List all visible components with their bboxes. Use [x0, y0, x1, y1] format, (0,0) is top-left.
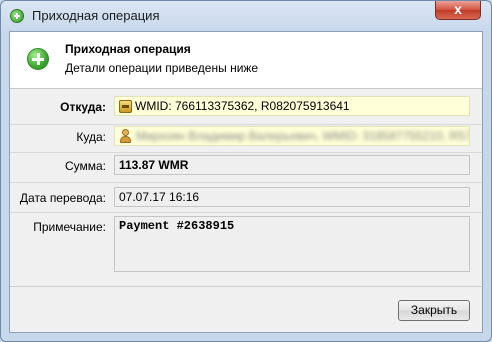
footer-divider [10, 286, 482, 287]
to-field[interactable]: Мирхоян Владимир Валерьевич, WMID: 31858… [114, 126, 470, 146]
green-plus-icon [10, 9, 24, 23]
note-label: Примечание: [33, 220, 106, 234]
amount-label: Сумма: [64, 159, 106, 173]
from-field[interactable]: WMID: 766113375362, R082075913641 [114, 96, 470, 116]
dialog-window: Приходная операция x Приходная операция … [0, 0, 492, 342]
amount-field[interactable]: 113.87 WMR [114, 155, 470, 175]
close-button[interactable]: Закрыть [398, 300, 470, 321]
date-field[interactable]: 07.07.17 16:16 [114, 187, 470, 207]
dialog-body: Приходная операция Детали операции приве… [9, 31, 483, 333]
wallet-icon [119, 100, 132, 113]
date-label: Дата перевода: [19, 191, 106, 205]
row-divider [10, 182, 482, 183]
person-icon [119, 129, 132, 143]
note-field[interactable]: Payment #2638915 [114, 216, 470, 272]
from-value: WMID: 766113375362, R082075913641 [135, 99, 350, 113]
row-divider [10, 212, 482, 213]
row-divider [10, 124, 482, 125]
to-value: Мирхоян Владимир Валерьевич, WMID: 31858… [136, 129, 469, 143]
header-title: Приходная операция [65, 42, 191, 56]
green-plus-icon [27, 48, 49, 70]
header-subtitle: Детали операции приведены ниже [65, 61, 259, 75]
window-close-button[interactable]: x [435, 1, 481, 20]
dialog-header: Приходная операция Детали операции приве… [10, 32, 482, 89]
from-label: Откуда: [60, 100, 106, 114]
window-title: Приходная операция [32, 8, 160, 23]
title-bar[interactable]: Приходная операция x [1, 1, 491, 31]
row-divider [10, 152, 482, 153]
to-label: Куда: [76, 130, 106, 144]
